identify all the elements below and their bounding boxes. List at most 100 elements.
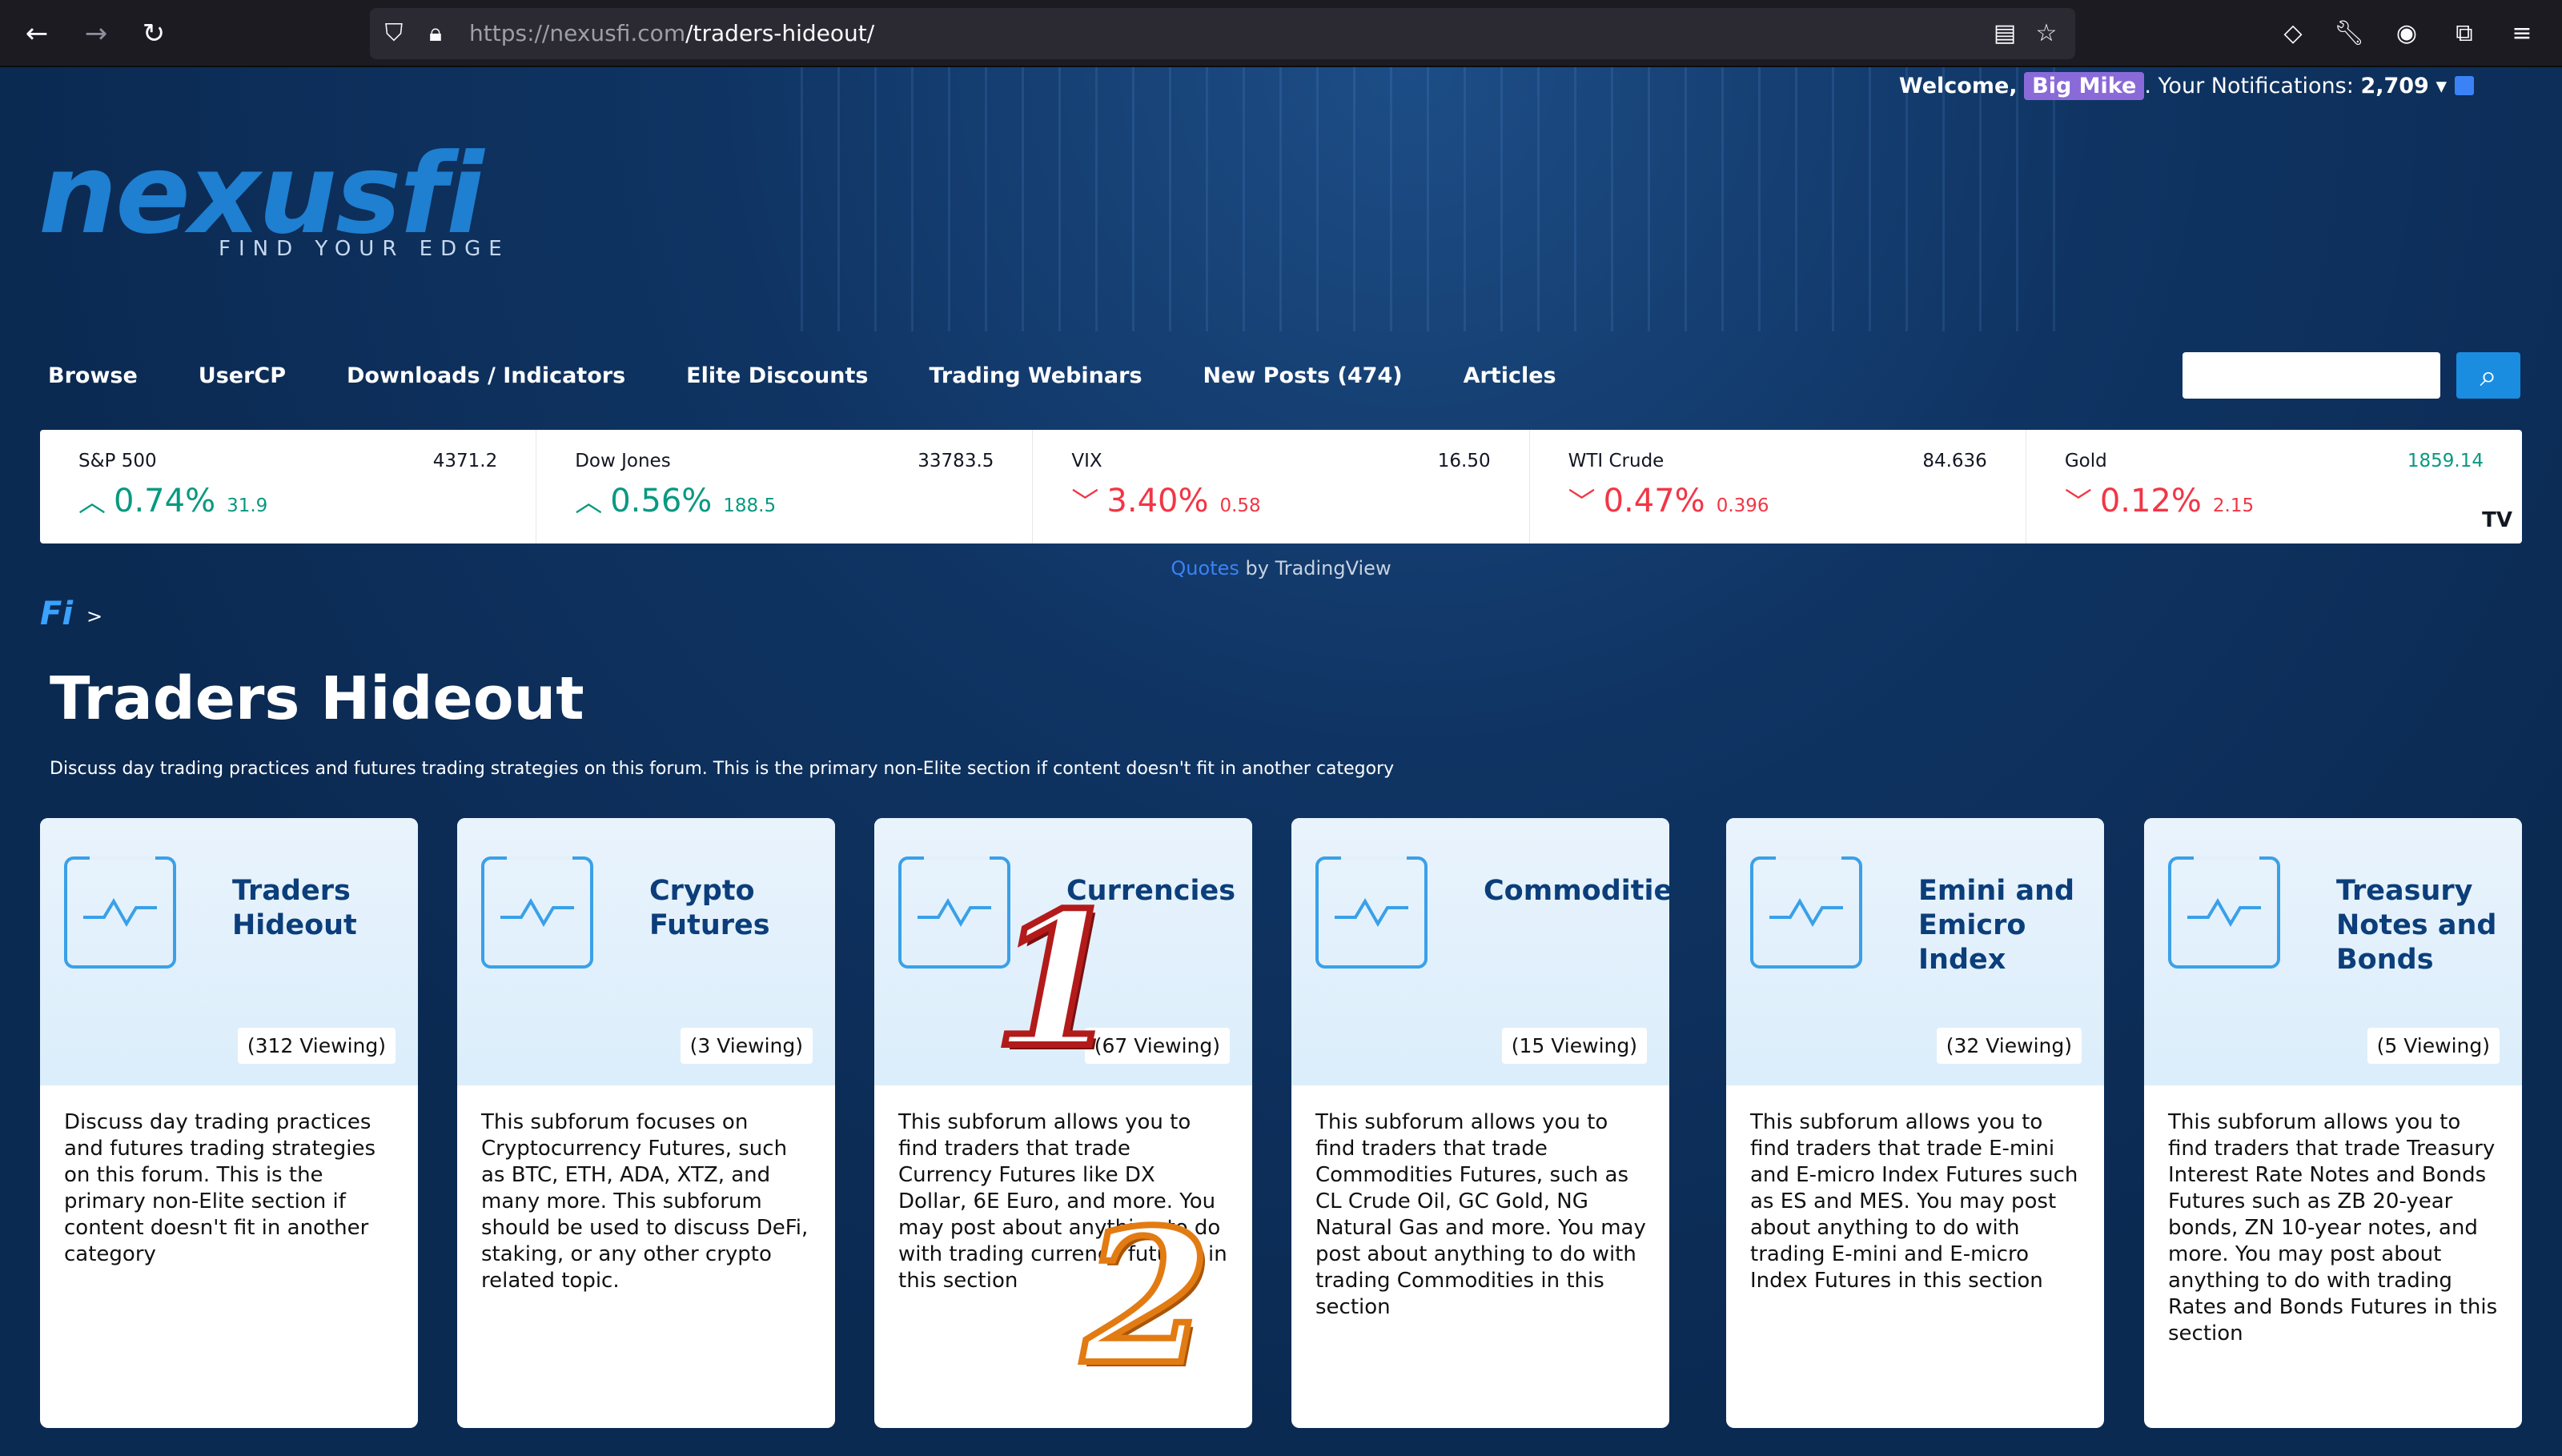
forum-card-treasury-notes-bonds[interactable]: Treasury Notes and Bonds (5 Viewing) Thi… <box>2144 818 2522 1428</box>
page-description: Discuss day trading practices and future… <box>50 759 1395 779</box>
page-title: Traders Hideout <box>50 664 584 733</box>
nav-trading-webinars[interactable]: Trading Webinars <box>929 359 1142 394</box>
site-logo[interactable]: nexusfi FIND YOUR EDGE <box>38 130 519 271</box>
pulse-chart-icon <box>1315 856 1428 969</box>
ticker-price: 16.50 <box>1437 451 1491 471</box>
reload-icon[interactable]: ↻ <box>138 18 170 50</box>
card-title[interactable]: Crypto Futures <box>649 874 825 943</box>
forum-card-commodities[interactable]: Commodities (15 Viewing) This subforum a… <box>1291 818 1669 1428</box>
search-input[interactable] <box>2183 352 2440 399</box>
arrow-up-icon: ︿ <box>78 487 106 519</box>
nav-articles[interactable]: Articles <box>1464 359 1556 394</box>
logo-tagline: FIND YOUR EDGE <box>219 237 510 261</box>
account-icon[interactable]: ◉ <box>2391 18 2423 50</box>
extensions-icon[interactable]: ⧉ <box>2448 18 2480 50</box>
forum-card-crypto-futures[interactable]: Crypto Futures (3 Viewing) This subforum… <box>457 818 835 1428</box>
url-path: /traders-hideout/ <box>685 20 875 46</box>
wrench-icon[interactable]: 🔧︎ <box>2333 18 2365 50</box>
pulse-chart-icon <box>2168 856 2280 969</box>
market-ticker: S&P 500 4371.2 ︿ 0.74% 31.9 Dow Jones 3378… <box>40 430 2522 543</box>
ticker-price: 33783.5 <box>918 451 994 471</box>
nav-new-posts[interactable]: New Posts (474) <box>1203 359 1403 394</box>
arrow-up-icon: ︿ <box>575 487 603 519</box>
address-bar[interactable]: ⛉ 🔒︎ https://nexusfi.com/traders-hideout… <box>370 8 2075 59</box>
card-viewing-count: (15 Viewing) <box>1501 1028 1647 1064</box>
card-title[interactable]: Emini and Emicro Index <box>1918 874 2094 977</box>
ticker-item[interactable]: VIX 16.50 ﹀ 3.40% 0.58 <box>1033 430 1530 543</box>
search-icon: ⌕ <box>2480 358 2497 393</box>
quotes-suffix: by TradingView <box>1239 557 1391 580</box>
ticker-price: 84.636 <box>1922 451 1987 471</box>
ticker-percent: 3.40% <box>1106 483 1209 519</box>
card-description: This subforum focuses on Cryptocurrency … <box>481 1110 809 1293</box>
header-decoration <box>801 67 2082 331</box>
pulse-chart-icon <box>1750 856 1862 969</box>
forum-card-emini-emicro[interactable]: Emini and Emicro Index (32 Viewing) This… <box>1726 818 2104 1428</box>
ticker-price: 1859.14 <box>2407 451 2484 471</box>
card-viewing-count: (32 Viewing) <box>1936 1028 2082 1064</box>
arrow-down-icon: ﹀ <box>1568 487 1596 519</box>
ticker-percent: 0.74% <box>114 483 216 519</box>
search-button[interactable]: ⌕ <box>2456 352 2520 399</box>
pulse-chart-icon <box>64 856 176 969</box>
tradingview-logo[interactable]: TV <box>2482 508 2512 532</box>
forward-icon[interactable]: → <box>80 18 112 50</box>
card-description: This subforum allows you to find traders… <box>1315 1110 1646 1319</box>
chevron-down-icon[interactable]: ▾ <box>2436 74 2447 98</box>
nav-elite-discounts[interactable]: Elite Discounts <box>686 359 868 394</box>
card-viewing-count: (312 Viewing) <box>237 1028 396 1064</box>
back-icon[interactable]: ← <box>21 18 53 50</box>
main-nav: Browse UserCP Downloads / Indicators Eli… <box>48 359 1617 394</box>
ticker-change: 31.9 <box>227 495 268 516</box>
welcome-label: Welcome, <box>1898 74 2018 98</box>
ticker-price: 4371.2 <box>432 451 498 471</box>
quotes-link[interactable]: Quotes <box>1171 557 1239 580</box>
card-title[interactable]: Traders Hideout <box>232 874 408 943</box>
arrow-down-icon: ﹀ <box>1071 487 1099 519</box>
card-description: This subforum allows you to find traders… <box>1750 1110 2078 1293</box>
pocket-icon[interactable]: ◇ <box>2277 18 2309 50</box>
username-link[interactable]: Big Mike <box>2024 72 2145 100</box>
notifications-label: . Your Notifications: <box>2144 74 2354 98</box>
card-viewing-count: (3 Viewing) <box>680 1028 813 1064</box>
reader-view-icon[interactable]: ▤ <box>1989 18 2021 50</box>
breadcrumb-home-logo[interactable]: Fi <box>40 596 73 632</box>
pulse-chart-icon <box>481 856 593 969</box>
nav-downloads[interactable]: Downloads / Indicators <box>347 359 625 394</box>
lock-icon[interactable]: 🔒︎ <box>420 18 452 50</box>
stats-icon[interactable] <box>2455 76 2474 95</box>
ticker-percent: 0.47% <box>1603 483 1705 519</box>
breadcrumb-separator: > <box>86 605 103 628</box>
url-host: https://nexusfi.com <box>469 20 686 46</box>
quotes-credit: Quotes by TradingView <box>0 557 2562 580</box>
annotation-number-1: 1 <box>990 869 1124 1092</box>
shield-icon[interactable]: ⛉ <box>378 18 410 50</box>
notifications-count[interactable]: 2,709 <box>2360 74 2428 98</box>
ticker-percent: 0.12% <box>2099 483 2202 519</box>
card-title[interactable]: Treasury Notes and Bonds <box>2336 874 2512 977</box>
bookmark-star-icon[interactable]: ☆ <box>2030 18 2062 50</box>
ticker-change: 2.15 <box>2212 495 2255 516</box>
card-viewing-count: (5 Viewing) <box>2367 1028 2500 1064</box>
ticker-item[interactable]: Gold 1859.14 ﹀ 0.12% 2.15 TV <box>2026 430 2522 543</box>
annotation-number-2: 2 <box>1079 1186 1214 1409</box>
card-title[interactable]: Commodities <box>1484 874 1669 908</box>
ticker-change: 0.396 <box>1716 495 1769 516</box>
nav-usercp[interactable]: UserCP <box>199 359 286 394</box>
forum-card-traders-hideout[interactable]: Traders Hideout (312 Viewing) Discuss da… <box>40 818 418 1428</box>
card-description: Discuss day trading practices and future… <box>64 1110 376 1266</box>
card-description: This subforum allows you to find traders… <box>2168 1110 2498 1346</box>
menu-icon[interactable]: ≡ <box>2506 18 2538 50</box>
ticker-change: 188.5 <box>723 495 777 516</box>
ticker-item[interactable]: S&P 500 4371.2 ︿ 0.74% 31.9 <box>40 430 537 543</box>
ticker-change: 0.58 <box>1219 495 1261 516</box>
nav-browse[interactable]: Browse <box>48 359 138 394</box>
arrow-down-icon: ﹀ <box>2064 487 2092 519</box>
logo-wordmark: nexusfi <box>38 130 484 259</box>
browser-toolbar: ← → ↻ ⛉ 🔒︎ https://nexusfi.com/traders-h… <box>0 0 2562 67</box>
welcome-bar: Welcome, Big Mike. Your Notifications: 2… <box>1898 72 2447 100</box>
url-text[interactable]: https://nexusfi.com/traders-hideout/ <box>469 8 874 59</box>
ticker-item[interactable]: WTI Crude 84.636 ﹀ 0.47% 0.396 <box>1530 430 2026 543</box>
ticker-item[interactable]: Dow Jones 33783.5 ︿ 0.56% 188.5 <box>536 430 1034 543</box>
ticker-percent: 0.56% <box>610 483 713 519</box>
